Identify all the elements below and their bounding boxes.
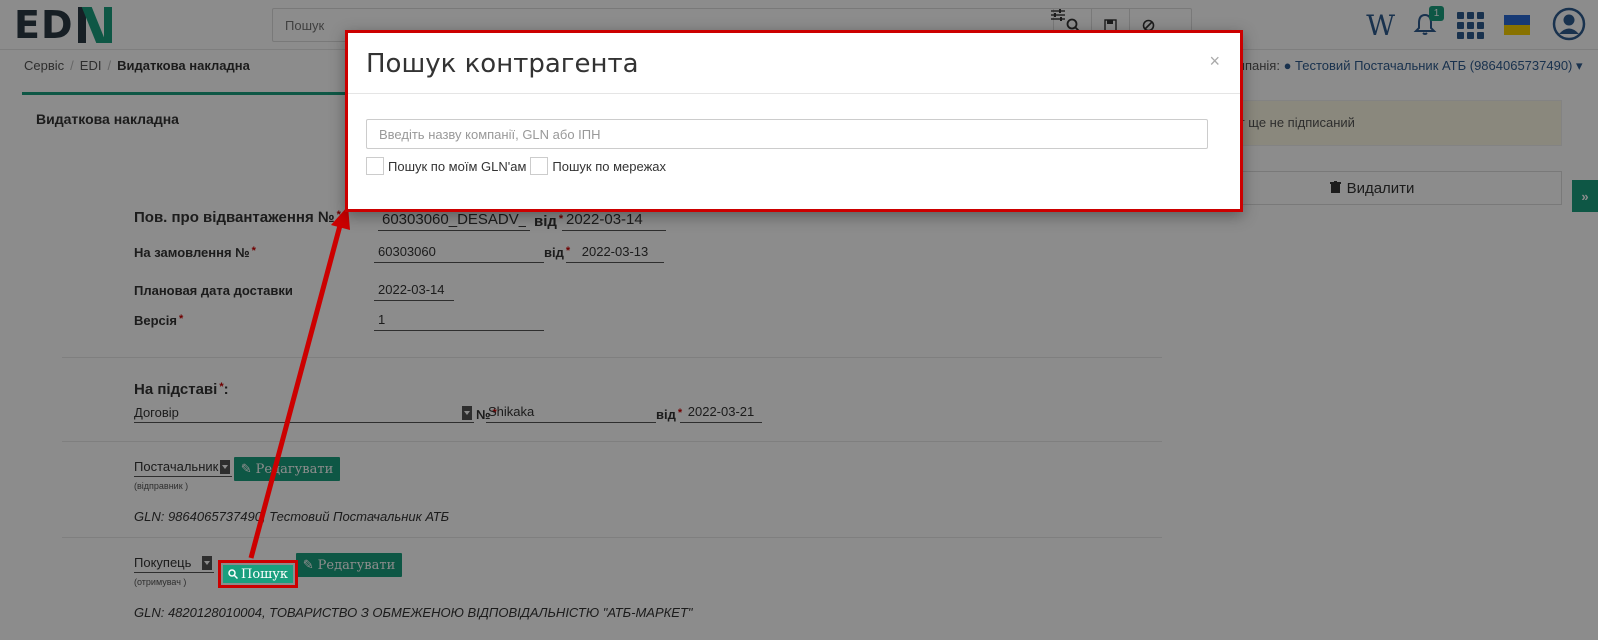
close-icon[interactable]: × (1209, 51, 1220, 72)
search-networks-checkbox[interactable] (530, 157, 549, 175)
counterparty-search-modal: Пошук контрагента × Пошук по моїм GLN'ам… (345, 30, 1243, 212)
search-my-gln-label: Пошук по моїм GLN'ам (388, 158, 527, 174)
buyer-search-button[interactable]: Пошук (223, 565, 293, 583)
highlight-box: Пошук (218, 560, 298, 588)
search-label: Пошук (240, 566, 289, 582)
counterparty-search-input[interactable] (366, 119, 1208, 149)
search-my-gln-checkbox[interactable] (366, 157, 384, 175)
search-networks-label: Пошук по мережах (552, 158, 666, 174)
modal-title: Пошук контрагента (366, 49, 639, 79)
search-icon (228, 569, 238, 579)
